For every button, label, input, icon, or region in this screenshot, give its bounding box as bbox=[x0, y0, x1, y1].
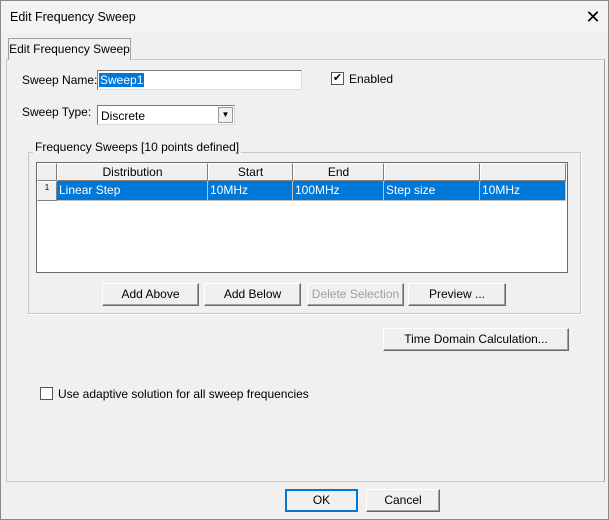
cell-step-type[interactable]: Step size bbox=[384, 181, 480, 201]
cancel-button[interactable]: Cancel bbox=[366, 489, 440, 512]
column-header-end[interactable]: End bbox=[293, 163, 384, 181]
delete-selection-button[interactable]: Delete Selection bbox=[307, 283, 404, 306]
cell-step-value[interactable]: 10MHz bbox=[480, 181, 566, 201]
chevron-down-icon[interactable]: ▼ bbox=[218, 107, 233, 123]
close-icon[interactable]: ✕ bbox=[581, 6, 605, 28]
title-bar: Edit Frequency Sweep ✕ bbox=[1, 1, 608, 33]
cell-end[interactable]: 100MHz bbox=[293, 181, 384, 201]
tab-edit-frequency-sweep[interactable]: Edit Frequency Sweep bbox=[8, 38, 131, 60]
column-header-distribution[interactable]: Distribution bbox=[57, 163, 208, 181]
row-header-1[interactable]: 1 bbox=[37, 181, 57, 201]
window-title: Edit Frequency Sweep bbox=[10, 10, 136, 24]
enabled-checkbox[interactable]: ✔ bbox=[331, 72, 344, 85]
adaptive-solution-checkbox[interactable] bbox=[40, 387, 53, 400]
group-legend: Frequency Sweeps [10 points defined] bbox=[33, 140, 242, 154]
cell-start[interactable]: 10MHz bbox=[208, 181, 293, 201]
sweeps-table[interactable]: Distribution Start End 1 Linear Step 10M… bbox=[36, 162, 568, 273]
sweep-name-value: Sweep1 bbox=[99, 73, 145, 87]
corner-header bbox=[37, 163, 57, 181]
add-below-button[interactable]: Add Below bbox=[204, 283, 301, 306]
time-domain-calculation-button[interactable]: Time Domain Calculation... bbox=[383, 328, 569, 351]
column-header-start[interactable]: Start bbox=[208, 163, 293, 181]
sweep-type-label: Sweep Type: bbox=[22, 105, 92, 119]
column-header-5[interactable] bbox=[480, 163, 566, 181]
column-header-4[interactable] bbox=[384, 163, 480, 181]
sweep-type-select[interactable]: Discrete ▼ bbox=[97, 105, 235, 125]
enabled-label: Enabled bbox=[349, 72, 394, 86]
sweep-name-label: Sweep Name: bbox=[22, 73, 98, 87]
add-above-button[interactable]: Add Above bbox=[102, 283, 199, 306]
preview-button[interactable]: Preview ... bbox=[408, 283, 506, 306]
ok-button[interactable]: OK bbox=[285, 489, 358, 512]
sweep-type-value: Discrete bbox=[101, 109, 146, 123]
adaptive-solution-label: Use adaptive solution for all sweep freq… bbox=[58, 387, 309, 401]
cell-distribution[interactable]: Linear Step bbox=[57, 181, 208, 201]
sweep-name-input[interactable]: Sweep1 bbox=[97, 70, 302, 90]
